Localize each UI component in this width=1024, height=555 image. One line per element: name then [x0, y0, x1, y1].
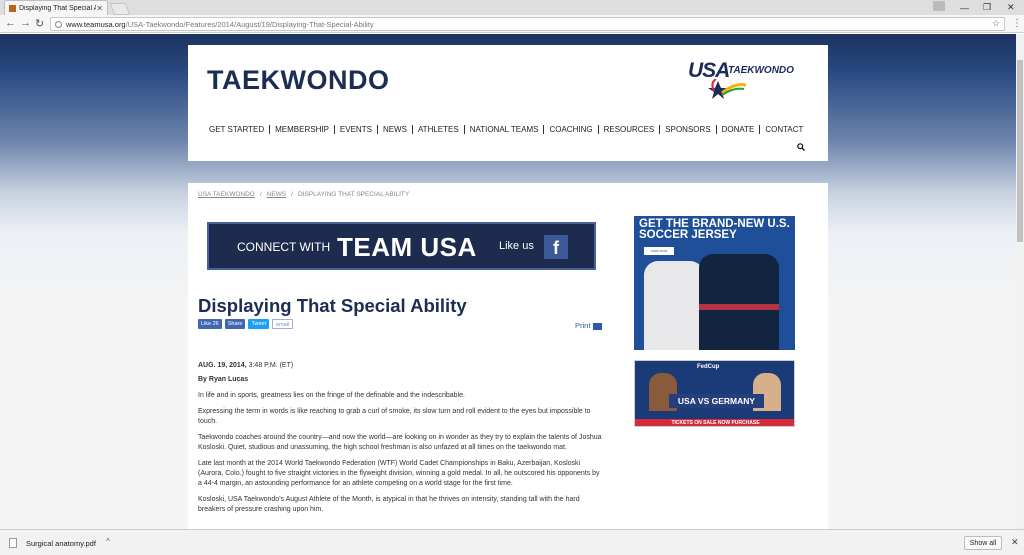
facebook-icon[interactable]: f	[544, 235, 568, 259]
breadcrumb-home[interactable]: USA TAEKWONDO	[198, 191, 255, 198]
paragraph: Expressing the term in words is like rea…	[198, 408, 591, 425]
minimize-icon[interactable]: —	[960, 0, 969, 15]
paragraph: In life and in sports, greatness lies on…	[198, 392, 465, 399]
logo-tkd-text: TAEKWONDO	[728, 65, 794, 76]
fedcup-logo: FedCup	[697, 364, 720, 370]
browser-tab[interactable]: Displaying That Special A ✕	[4, 0, 108, 15]
forward-icon[interactable]: →	[20, 17, 31, 29]
tab-title: Displaying That Special A	[19, 4, 97, 12]
article-time: 3:48 P.M. (ET)	[248, 362, 294, 369]
fedcup-ad[interactable]: FedCup USA VS GERMANY TICKETS ON SALE NO…	[634, 360, 795, 427]
banner-like-text: Like us	[499, 240, 534, 252]
scrollbar[interactable]	[1016, 34, 1024, 529]
back-icon[interactable]: ←	[5, 17, 16, 29]
reload-icon[interactable]: ↻	[35, 17, 44, 30]
site-title[interactable]: TAEKWONDO	[207, 65, 389, 96]
tweet-button[interactable]: Tweet	[248, 319, 270, 329]
navy-jersey-image	[699, 254, 779, 350]
nav-membership[interactable]: MEMBERSHIP	[269, 125, 334, 134]
white-jersey-image	[644, 261, 704, 350]
nav-events[interactable]: EVENTS	[333, 125, 377, 134]
toolbar: ← → ↻ www.teamusa.org/USA-Taekwondo/Feat…	[0, 15, 1024, 33]
site-header: TAEKWONDO USA TAEKWONDO GET STARTED MEMB…	[188, 45, 828, 161]
close-tab-icon[interactable]: ✕	[96, 4, 103, 13]
download-bar: Surgical anatomy.pdf ^ Show all ✕	[0, 529, 1024, 555]
address-bar[interactable]: www.teamusa.org/USA-Taekwondo/Features/2…	[50, 17, 1005, 31]
nav-coaching[interactable]: COACHING	[543, 125, 597, 134]
nav-athletes[interactable]: ATHLETES	[411, 125, 464, 134]
info-icon[interactable]	[55, 20, 62, 28]
url-path: /USA-Taekwondo/Features/2014/August/19/D…	[125, 19, 374, 29]
close-window-icon[interactable]: ✕	[1007, 0, 1015, 15]
fedcup-match: USA VS GERMANY	[669, 394, 764, 408]
breadcrumb-current: DISPLAYING THAT SPECIAL ABILITY	[297, 191, 410, 198]
download-filename[interactable]: Surgical anatomy.pdf	[26, 539, 96, 548]
ad-headline: GET THE BRAND-NEW U.S. SOCCER JERSEY	[639, 218, 790, 241]
print-link[interactable]: Print	[575, 321, 603, 330]
article-date: AUG. 19, 2014,	[198, 362, 247, 369]
content-area: USA TAEKWONDO / NEWS / DISPLAYING THAT S…	[188, 183, 828, 529]
connect-team-usa-banner[interactable]: CONNECT WITH TEAM USA Like us f	[207, 222, 596, 270]
nav-get-started[interactable]: GET STARTED	[209, 125, 269, 134]
url-host: www.teamusa.org	[66, 19, 126, 29]
tab-strip: Displaying That Special A ✕ — ❐ ✕	[0, 0, 1024, 15]
page-viewport: TAEKWONDO USA TAEKWONDO GET STARTED MEMB…	[0, 34, 1016, 529]
banner-team-text: TEAM USA	[337, 232, 477, 262]
article-body: AUG. 19, 2014, 3:48 P.M. (ET) By Ryan Lu…	[198, 361, 603, 515]
menu-icon[interactable]: ⋮	[1012, 18, 1022, 29]
restore-icon[interactable]: ❐	[983, 0, 991, 15]
pdf-file-icon	[9, 538, 17, 548]
breadcrumb-news[interactable]: NEWS	[267, 191, 287, 198]
close-download-bar-icon[interactable]: ✕	[1011, 537, 1019, 548]
print-label: Print	[575, 321, 591, 330]
nav-news[interactable]: NEWS	[376, 125, 412, 134]
article-byline: By Ryan Lucas	[198, 376, 249, 383]
nav-sponsors[interactable]: SPONSORS	[659, 125, 715, 134]
search-icon[interactable]	[797, 143, 805, 151]
logo-star-icon	[708, 79, 746, 99]
usa-taekwondo-logo[interactable]: USA TAEKWONDO	[688, 59, 808, 107]
bookmark-star-icon[interactable]: ☆	[992, 18, 1000, 29]
profile-icon[interactable]	[933, 1, 945, 11]
nav-donate[interactable]: DONATE	[715, 125, 760, 134]
favicon-icon	[9, 4, 16, 12]
article-title: Displaying That Special Ability	[198, 295, 467, 316]
nav-resources[interactable]: RESOURCES	[597, 125, 660, 134]
paragraph: Taekwondo coaches around the country—and…	[198, 434, 602, 451]
ad-shop-button[interactable]: SHOP NOW	[644, 247, 674, 255]
like-button[interactable]: Like 26	[198, 319, 222, 329]
printer-icon	[593, 322, 603, 330]
breadcrumb: USA TAEKWONDO / NEWS / DISPLAYING THAT S…	[198, 191, 410, 198]
main-nav: GET STARTED MEMBERSHIP EVENTS NEWS ATHLE…	[209, 125, 808, 134]
email-button[interactable]: email	[272, 319, 294, 329]
new-tab-button[interactable]	[109, 3, 131, 15]
show-all-button[interactable]: Show all	[964, 536, 1002, 550]
paragraph: Late last month at the 2014 World Taekwo…	[198, 460, 600, 487]
share-button[interactable]: Share	[224, 319, 246, 329]
fedcup-tickets[interactable]: TICKETS ON SALE NOW PURCHASE	[635, 419, 794, 426]
nav-contact[interactable]: CONTACT	[759, 125, 808, 134]
nav-national-teams[interactable]: NATIONAL TEAMS	[463, 125, 544, 134]
chevron-up-icon[interactable]: ^	[106, 537, 110, 546]
soccer-jersey-ad[interactable]: GET THE BRAND-NEW U.S. SOCCER JERSEY SHO…	[634, 216, 795, 350]
share-buttons: Like 26 Share Tweet email	[198, 319, 294, 329]
banner-connect-text: CONNECT WITH	[237, 240, 331, 254]
paragraph: Kosloski, USA Taekwondo's August Athlete…	[198, 496, 580, 513]
